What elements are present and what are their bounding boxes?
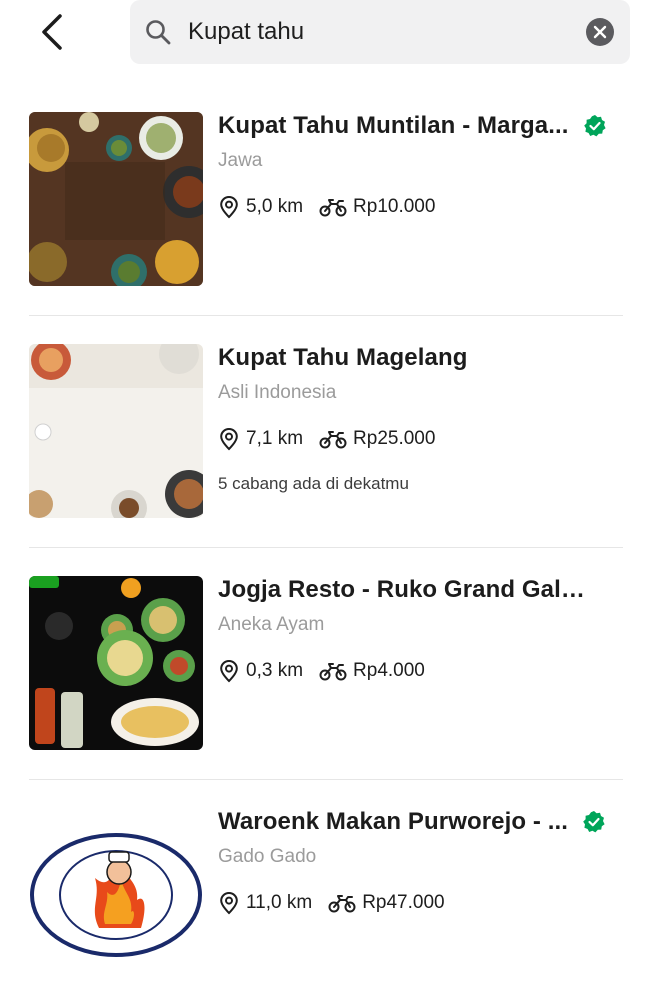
restaurant-info: Jogja Resto - Ruko Grand Galaxy Aneka Ay… (218, 576, 628, 684)
restaurant-info: Kupat Tahu Magelang Asli Indonesia 7,1 k… (218, 344, 628, 494)
restaurant-name: Kupat Tahu Magelang (218, 344, 468, 371)
location-pin-icon (220, 195, 238, 219)
clear-search-button[interactable] (586, 18, 614, 46)
top-bar (0, 0, 651, 72)
search-input[interactable] (188, 12, 568, 52)
restaurant-card[interactable]: Kupat Tahu Magelang Asli Indonesia 7,1 k… (0, 344, 651, 576)
restaurant-info: Waroenk Makan Purworejo - ... Gado Gado … (218, 808, 628, 916)
restaurant-card[interactable]: Waroenk Makan Purworejo - ... Gado Gado … (0, 808, 651, 1000)
location-pin-icon (220, 659, 238, 683)
delivery-fee-text: Rp25.000 (353, 428, 436, 449)
restaurant-meta: 7,1 km Rp25.000 (218, 426, 628, 452)
restaurant-thumbnail (29, 344, 203, 518)
restaurant-info: Kupat Tahu Muntilan - Marga... Jawa 5,0 … (218, 112, 628, 220)
motorbike-icon (328, 895, 356, 913)
restaurant-meta: 0,3 km Rp4.000 (218, 658, 628, 684)
restaurant-card[interactable]: Kupat Tahu Muntilan - Marga... Jawa 5,0 … (0, 112, 651, 344)
restaurant-name: Waroenk Makan Purworejo - ... (218, 808, 569, 835)
restaurant-meta: 5,0 km Rp10.000 (218, 194, 628, 220)
back-button[interactable] (30, 10, 74, 54)
restaurant-cuisine: Aneka Ayam (218, 614, 325, 635)
motorbike-icon (319, 663, 347, 681)
distance-text: 0,3 km (246, 660, 304, 681)
divider (29, 547, 623, 548)
chevron-left-icon (42, 14, 62, 50)
clear-icon (593, 25, 607, 39)
divider (29, 779, 623, 780)
restaurant-thumbnail (29, 112, 203, 286)
delivery-fee-text: Rp47.000 (362, 892, 445, 913)
search-results-list: Kupat Tahu Muntilan - Marga... Jawa 5,0 … (0, 112, 651, 1000)
verified-badge-icon (583, 115, 606, 137)
location-pin-icon (220, 891, 238, 915)
branches-text: 5 cabang ada di dekatmu (218, 474, 409, 493)
distance-text: 5,0 km (246, 196, 304, 217)
distance-text: 7,1 km (246, 428, 304, 449)
delivery-fee-text: Rp4.000 (353, 660, 425, 681)
restaurant-card[interactable]: Jogja Resto - Ruko Grand Galaxy Aneka Ay… (0, 576, 651, 808)
search-icon (146, 20, 171, 45)
delivery-fee-text: Rp10.000 (353, 196, 436, 217)
search-bar[interactable] (130, 0, 630, 64)
motorbike-icon (319, 199, 347, 217)
restaurant-name: Jogja Resto - Ruko Grand Galaxy (218, 576, 588, 603)
restaurant-cuisine: Asli Indonesia (218, 382, 337, 403)
location-pin-icon (220, 427, 238, 451)
restaurant-thumbnail (29, 576, 203, 750)
restaurant-cuisine: Jawa (218, 150, 263, 171)
motorbike-icon (319, 431, 347, 449)
restaurant-meta: 11,0 km Rp47.000 (218, 890, 628, 916)
restaurant-cuisine: Gado Gado (218, 846, 317, 867)
restaurant-name: Kupat Tahu Muntilan - Marga... (218, 112, 569, 139)
restaurant-thumbnail (29, 808, 203, 982)
distance-text: 11,0 km (246, 892, 313, 913)
verified-badge-icon (583, 811, 605, 833)
divider (29, 315, 623, 316)
